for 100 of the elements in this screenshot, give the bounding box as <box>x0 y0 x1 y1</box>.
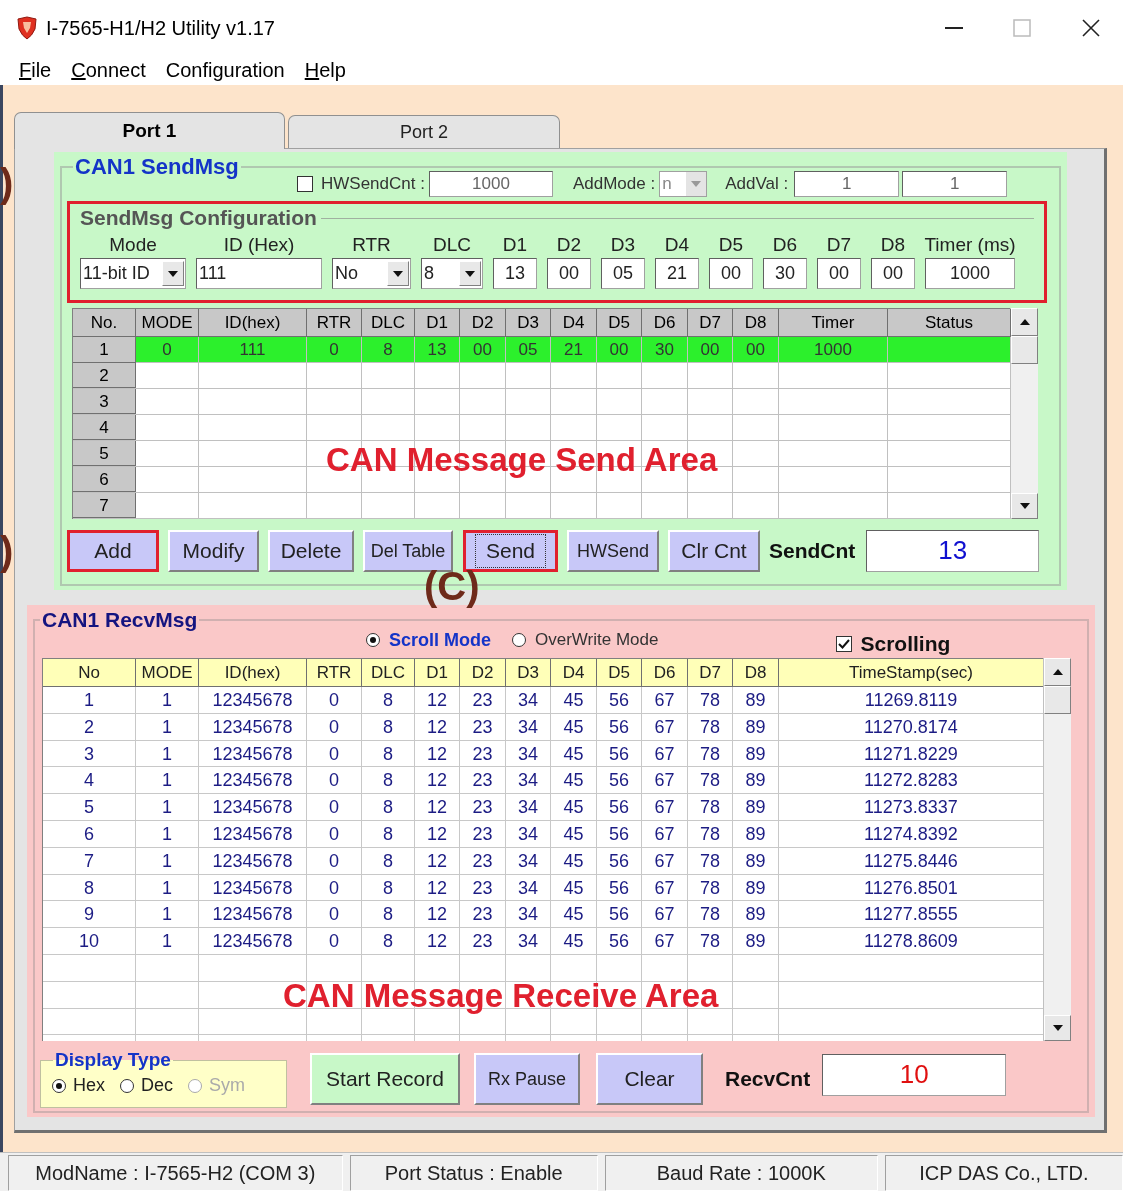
table-cell: 67 <box>642 687 688 714</box>
text-field[interactable]: 13 <box>493 258 537 289</box>
table-cell: 0 <box>307 713 362 741</box>
row-header[interactable]: 2 <box>73 363 136 388</box>
button[interactable]: Rx Pause <box>474 1053 580 1105</box>
button[interactable]: HWSend <box>567 530 659 572</box>
table-cell: 0 <box>307 847 362 875</box>
column-header[interactable]: D1 <box>415 309 460 337</box>
addval-field[interactable]: 1 <box>902 171 1008 197</box>
tab[interactable]: Port 1 <box>14 112 285 149</box>
table-cell: 34 <box>506 767 551 795</box>
tab[interactable]: Port 2 <box>288 115 560 148</box>
button[interactable]: Start Record <box>310 1053 460 1105</box>
column-header[interactable]: D6 <box>642 659 688 687</box>
text-field[interactable]: 00 <box>547 258 591 289</box>
scrolling-checkbox[interactable]: Scrolling <box>836 628 951 660</box>
table-cell: 0 <box>307 740 362 768</box>
scroll-up-button[interactable] <box>1044 658 1071 686</box>
table-cell: 0 <box>307 337 362 363</box>
row-header[interactable]: 7 <box>73 493 136 518</box>
menu-item[interactable]: Configuration <box>158 55 292 85</box>
text-field[interactable]: 1000 <box>925 258 1015 289</box>
column-header[interactable]: D4 <box>551 309 597 337</box>
annotation-label: CAN Message Receive Area <box>283 978 719 1014</box>
text-field[interactable]: 00 <box>817 258 861 289</box>
scroll-thumb[interactable] <box>1044 686 1071 714</box>
table-cell: 34 <box>506 687 551 714</box>
scroll-thumb[interactable] <box>1011 336 1038 364</box>
table-cell: 56 <box>597 901 642 929</box>
column-header[interactable]: ID(hex) <box>199 659 307 687</box>
column-header[interactable]: D3 <box>506 309 551 337</box>
radio-option[interactable]: Hex <box>51 1072 105 1099</box>
button[interactable]: Clr Cnt <box>668 530 760 572</box>
table-cell: 34 <box>506 794 551 821</box>
column-header[interactable]: MODE <box>136 659 199 687</box>
column-header[interactable]: No. <box>73 309 136 337</box>
addval-field[interactable]: 1 <box>794 171 900 197</box>
scrollbar[interactable] <box>1043 658 1071 1041</box>
column-header[interactable]: No <box>43 659 136 687</box>
text-field[interactable]: 05 <box>601 258 645 289</box>
column-header[interactable]: ID(hex) <box>199 309 307 337</box>
column-header[interactable]: D8 <box>733 659 779 687</box>
column-header[interactable]: DLC <box>362 309 415 337</box>
column-header[interactable]: D8 <box>733 309 779 337</box>
menu-item[interactable]: Help <box>297 55 353 85</box>
column-header[interactable]: RTR <box>307 659 362 687</box>
row-header[interactable]: 4 <box>73 415 136 440</box>
column-header[interactable]: D2 <box>460 659 506 687</box>
scroll-down-button[interactable] <box>1044 1015 1071 1041</box>
column-header[interactable]: D3 <box>506 659 551 687</box>
dropdown[interactable]: 11-bit ID <box>80 258 186 289</box>
column-header[interactable]: D2 <box>460 309 506 337</box>
text-field[interactable]: 00 <box>871 258 915 289</box>
column-header[interactable]: DLC <box>362 659 415 687</box>
table-cell: 67 <box>642 767 688 795</box>
column-header[interactable]: D5 <box>597 309 642 337</box>
dropdown-arrow-icon <box>393 270 403 277</box>
column-header[interactable]: MODE <box>136 309 199 337</box>
button[interactable]: Clear <box>596 1053 703 1105</box>
column-header[interactable]: D7 <box>688 659 733 687</box>
scroll-up-button[interactable] <box>1011 308 1038 336</box>
field-label: Mode <box>109 233 157 257</box>
column-header[interactable]: D7 <box>688 309 733 337</box>
row-header[interactable]: 6 <box>73 467 136 492</box>
radio-option[interactable]: OverWrite Mode <box>511 627 659 653</box>
table-cell: 1 <box>136 767 199 795</box>
row-header[interactable]: 3 <box>73 389 136 414</box>
table-cell: 8 <box>362 740 415 768</box>
hwsendcnt-checkbox[interactable]: HWSendCnt : <box>297 171 425 197</box>
table-cell: 00 <box>597 337 642 363</box>
column-header[interactable]: D1 <box>415 659 460 687</box>
hwsendcnt-field[interactable]: 1000 <box>428 171 553 197</box>
close-icon[interactable] <box>1081 17 1101 38</box>
dropdown[interactable]: No <box>332 258 411 289</box>
button[interactable]: Add <box>67 530 159 572</box>
column-header[interactable]: Status <box>888 309 1011 337</box>
addmode-dropdown[interactable]: n <box>659 171 708 197</box>
column-header[interactable]: D4 <box>551 659 597 687</box>
scrollbar[interactable] <box>1010 308 1038 519</box>
button[interactable]: Delete <box>268 530 354 572</box>
text-field[interactable]: 00 <box>709 258 753 289</box>
column-header[interactable]: RTR <box>307 309 362 337</box>
row-header[interactable]: 5 <box>73 441 136 466</box>
column-header[interactable]: D6 <box>642 309 688 337</box>
menu-item[interactable]: Connect <box>64 55 153 85</box>
text-field[interactable]: 30 <box>763 258 807 289</box>
column-header[interactable]: TimeStamp(sec) <box>779 659 1043 687</box>
table-cell: 45 <box>551 874 597 902</box>
dropdown[interactable]: 8 <box>421 258 483 289</box>
scroll-down-button[interactable] <box>1011 493 1038 519</box>
column-header[interactable]: Timer <box>779 309 888 337</box>
text-field[interactable]: 21 <box>655 258 699 289</box>
radio-option[interactable]: Dec <box>119 1072 174 1099</box>
menu-item[interactable]: File <box>12 55 59 85</box>
row-header[interactable]: 1 <box>73 337 136 363</box>
table-cell: 34 <box>506 928 551 955</box>
text-field[interactable]: 111 <box>196 258 322 289</box>
button[interactable]: Modify <box>168 530 259 572</box>
column-header[interactable]: D5 <box>597 659 642 687</box>
radio-option[interactable]: Scroll Mode <box>365 626 491 654</box>
